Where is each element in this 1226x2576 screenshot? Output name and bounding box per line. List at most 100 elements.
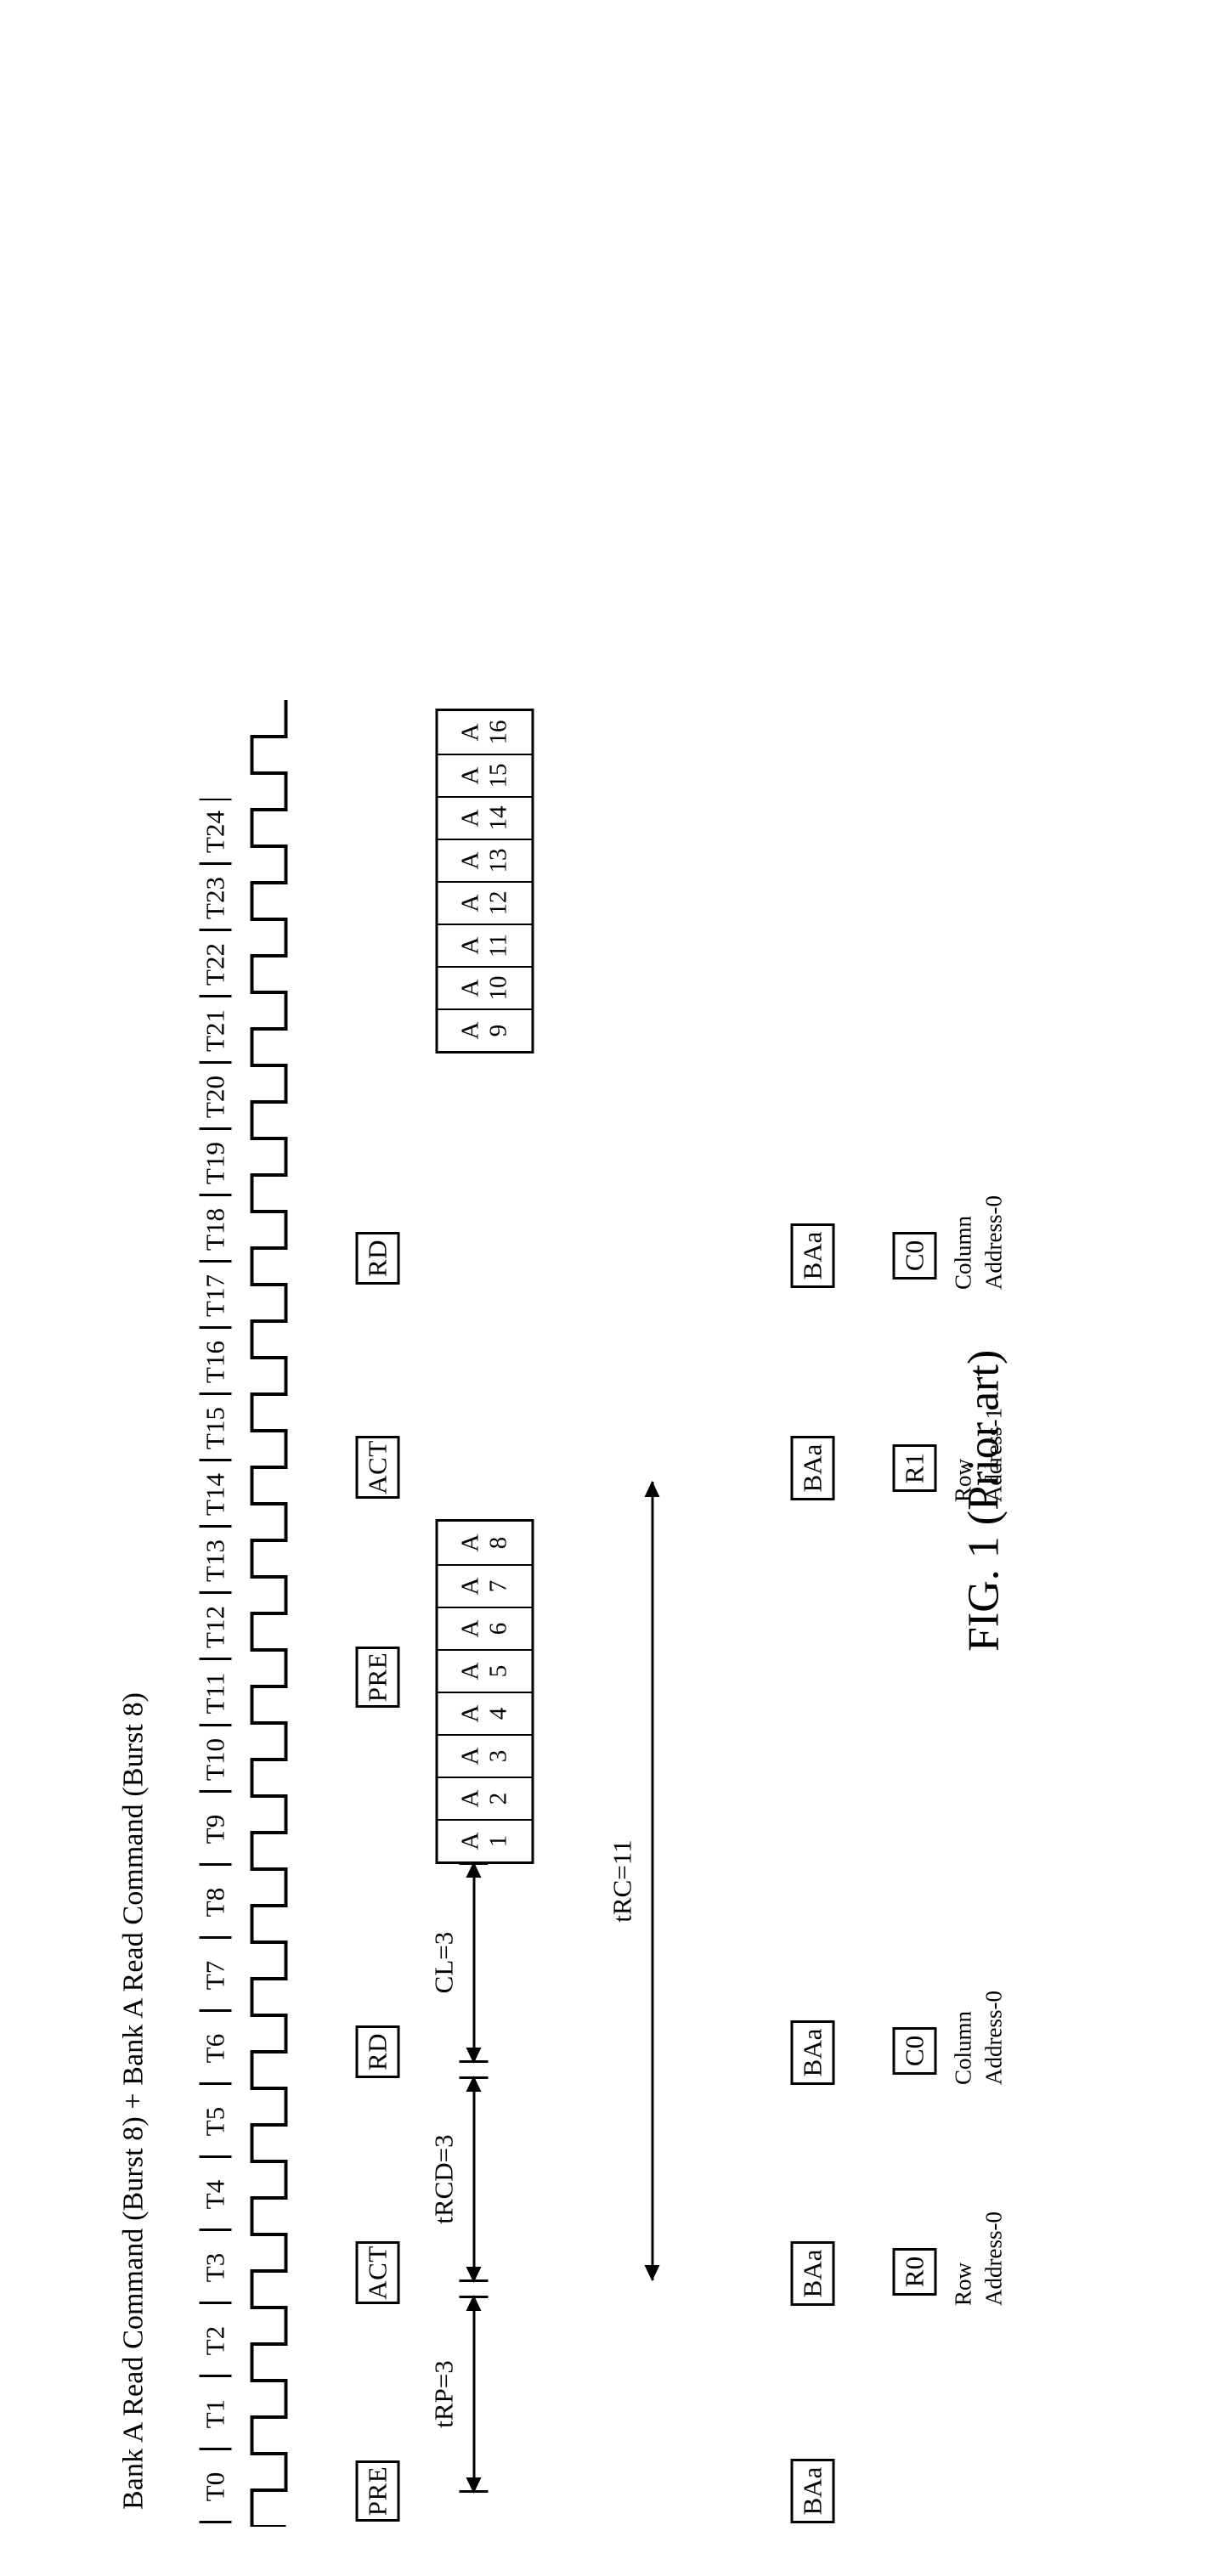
burst-prefix: A [456,1577,483,1596]
burst-index: 16 [484,720,511,745]
burst-index: 8 [484,1536,511,1550]
tick-label-t1: T1 [195,2377,234,2450]
figure-title: Bank A Read Command (Burst 8) + Bank A R… [117,1692,149,2510]
burst-prefix: A [456,1662,483,1681]
burst-cell-a16: A 16 [438,711,531,754]
command-box-act-2[interactable]: ACT [355,1436,399,1499]
burst-index: 5 [484,1664,511,1678]
burst-prefix: A [456,1534,483,1552]
address-note-c0-2-line2: Address-0 [980,1195,1006,1290]
burst-prefix: A [456,1021,483,1040]
burst-prefix: A [456,1704,483,1723]
measure-trcd: tRCD=3 [428,2076,488,2282]
bank-box-baa-4[interactable]: BAa [790,1436,834,1500]
address-box-r0[interactable]: R0 [892,2248,936,2296]
burst-index: 6 [484,1622,511,1635]
address-box-c0-2[interactable]: C0 [892,1232,936,1280]
address-note-r0-line1: Row [950,2262,975,2306]
burst-cell-a8: A 8 [438,1522,531,1564]
burst-cell-a3: A 3 [438,1734,531,1777]
measure-cl: CL=3 [428,1862,488,2063]
address-box-r1[interactable]: R1 [892,1444,936,1492]
address-note-r0-line2: Address-0 [980,2212,1006,2306]
tick-label-t5: T5 [195,2085,234,2158]
burst-prefix: A [456,851,483,870]
burst-prefix: A [456,894,483,912]
burst-index: 13 [484,848,511,873]
figure-caption: FIG. 1 (Prior art) [959,1349,1008,1652]
burst-prefix: A [456,809,483,828]
burst-index: 12 [484,890,511,916]
bank-box-baa-5[interactable]: BAa [790,1223,834,1288]
burst-prefix: A [456,723,483,742]
measure-trp: tRP=3 [428,2296,488,2493]
command-box-pre-1[interactable]: PRE [355,2460,399,2522]
burst-index: 7 [484,1579,511,1593]
address-box-c0-1[interactable]: C0 [892,2027,936,2075]
measure-label-trcd: tRCD=3 [428,2134,458,2224]
burst-prefix: A [456,1789,483,1808]
burst-index: 3 [484,1749,511,1763]
burst-prefix: A [456,1832,483,1850]
tick-label-t2: T2 [195,2304,234,2377]
bank-box-baa-3[interactable]: BAa [790,2020,834,2085]
tick-label-t15: T15 [195,1395,234,1461]
burst-prefix: A [456,1619,483,1638]
burst-index: 15 [484,763,511,788]
command-box-act-1[interactable]: ACT [355,2241,399,2304]
burst-index: 14 [484,805,511,831]
bank-box-baa-2[interactable]: BAa [790,2241,834,2306]
tick-label-t19: T19 [195,1130,234,1196]
burst-prefix: A [456,936,483,955]
burst-cell-a13: A 13 [438,839,531,881]
address-note-c0-1-line2: Address-0 [980,1991,1006,2085]
tick-label-t17: T17 [195,1263,234,1329]
burst-cell-a2: A 2 [438,1777,531,1819]
burst-index: 10 [484,975,511,1001]
data-burst-table-1: A 1 A 2 A 3 A 4 A 5 A 6 A 7 A 8 [435,1519,534,1864]
burst-index: 11 [484,934,511,958]
burst-index: 2 [484,1792,511,1805]
bank-box-baa-1[interactable]: BAa [790,2459,834,2523]
burst-cell-a1: A 1 [438,1819,531,1861]
measure-label-trp: tRP=3 [428,2360,458,2428]
tick-label-t22: T22 [195,931,234,997]
burst-cell-a15: A 15 [438,754,531,796]
burst-cell-a6: A 6 [438,1607,531,1649]
burst-cell-a4: A 4 [438,1692,531,1734]
burst-cell-a14: A 14 [438,796,531,839]
burst-prefix: A [456,766,483,785]
measure-label-trc: tRC=11 [607,1839,636,1923]
tick-label-t9: T9 [195,1793,234,1866]
tick-label-t21: T21 [195,997,234,1064]
measure-trc: tRC=11 [607,1482,653,2280]
burst-prefix: A [456,979,483,997]
patent-figure-canvas: Bank A Read Command (Burst 8) + Bank A R… [0,0,1226,2576]
tick-label-t10: T10 [195,1726,234,1793]
tick-label-t16: T16 [195,1329,234,1395]
tick-label-t3: T3 [195,2231,234,2304]
tick-label-t11: T11 [195,1660,234,1726]
burst-cell-a7: A 7 [438,1564,531,1607]
clock-waveform [250,700,287,2527]
command-box-pre-2[interactable]: PRE [355,1647,399,1708]
tick-label-t0: T0 [195,2450,234,2523]
timing-tick-strip: T0 T1 T2 T3 T4 T5 T6 T7 T8 T9 T10 T11 T1… [195,799,234,2523]
data-burst-table-2: A 9 A 10 A 11 A 12 A 13 A 14 A 15 A 16 [435,709,534,1054]
tick-label-t12: T12 [195,1594,234,1660]
tick-label-t4: T4 [195,2158,234,2231]
burst-index: 9 [484,1024,511,1037]
tick-label-t20: T20 [195,1064,234,1130]
tick-label-t7: T7 [195,1939,234,2012]
burst-cell-a11: A 11 [438,924,531,966]
tick-label-t24: T24 [195,799,234,865]
tick-label-t23: T23 [195,865,234,931]
command-box-rd-2[interactable]: RD [355,1232,399,1285]
measure-label-cl: CL=3 [428,1931,458,1994]
tick-label-t8: T8 [195,1866,234,1939]
tick-label-t13: T13 [195,1528,234,1594]
burst-cell-a5: A 5 [438,1649,531,1692]
command-box-rd-1[interactable]: RD [355,2025,399,2078]
address-note-c0-1-line1: Column [950,2010,975,2085]
burst-cell-a9: A 9 [438,1008,531,1051]
